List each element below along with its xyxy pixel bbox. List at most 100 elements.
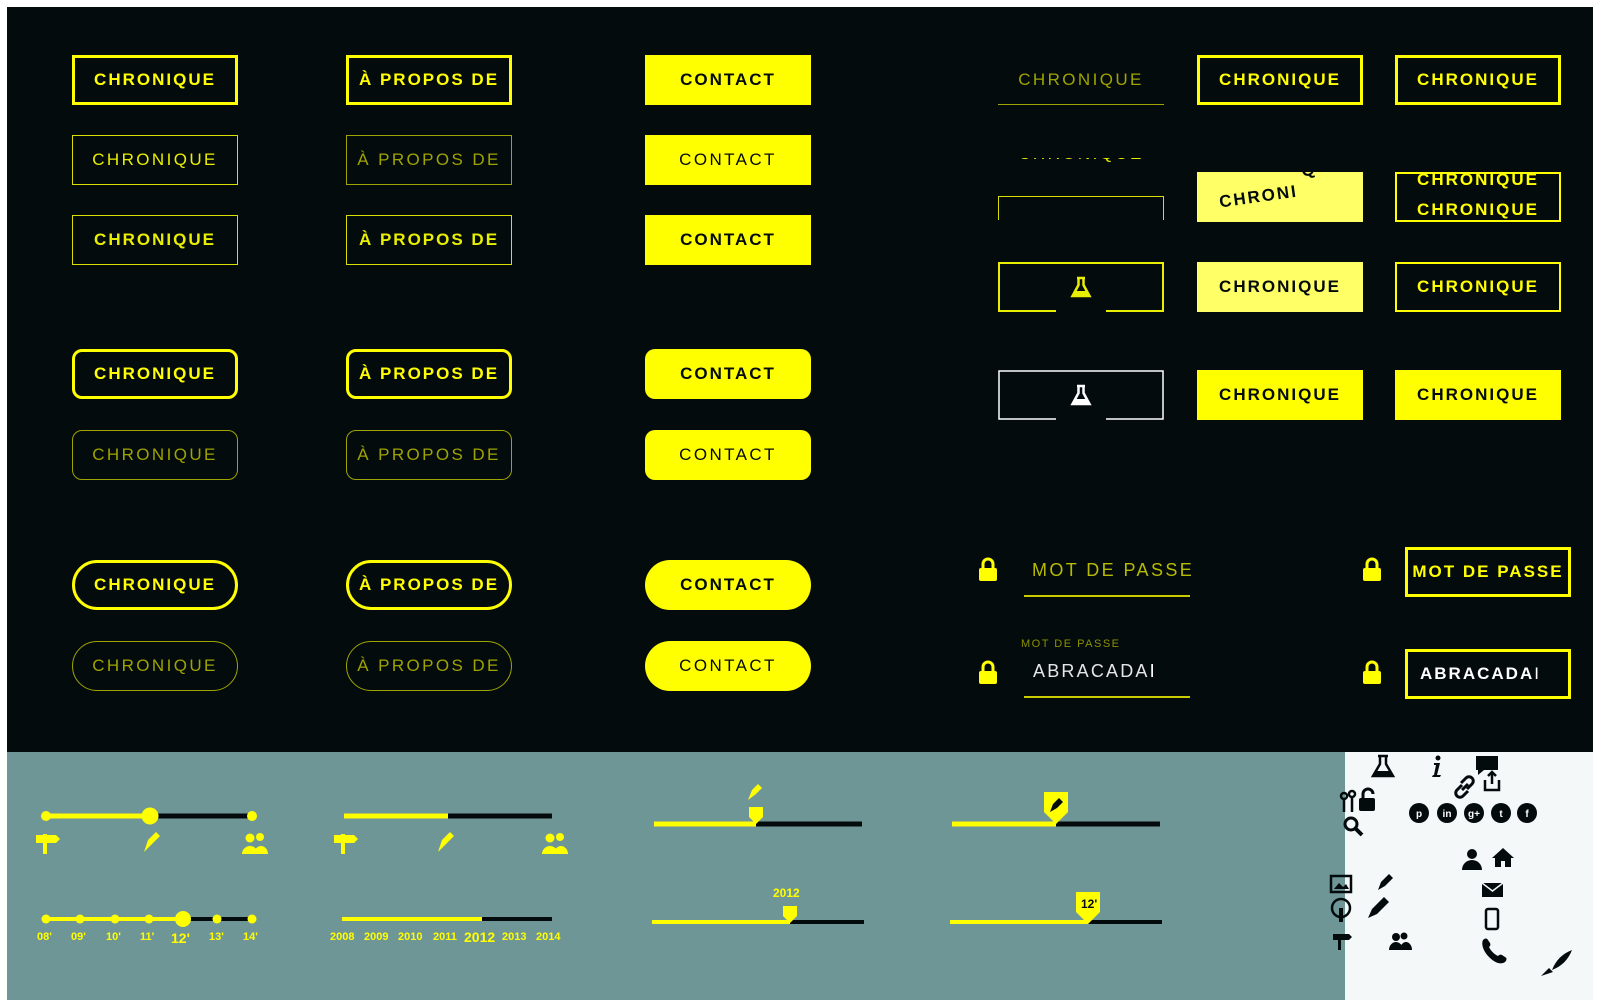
year-slider[interactable] <box>30 910 270 930</box>
year-tick-label: 11' <box>140 931 155 943</box>
chronique-slide-button[interactable]: CHRONIQUE <box>998 158 1164 220</box>
chronique-roll-label-top: CHRONIQUE <box>1417 172 1539 189</box>
chronique-button[interactable]: CHRONIQUE <box>72 215 238 265</box>
mobile-icon <box>1484 907 1500 931</box>
chronique-button[interactable]: CHRONIQUE <box>72 641 238 691</box>
search-icon <box>1343 816 1364 837</box>
contact-button[interactable]: CONTACT <box>645 430 811 480</box>
slider-handle <box>175 911 191 927</box>
home-icon <box>1492 848 1514 867</box>
chronique-link-button[interactable]: CHRONIQUE <box>998 55 1164 105</box>
year-tick-label: 2014 <box>536 931 561 943</box>
slider-tooltip-year: 2012 <box>773 886 800 900</box>
pencil-icon <box>1368 897 1389 918</box>
contact-button[interactable]: CONTACT <box>645 135 811 185</box>
mail-icon <box>1481 882 1504 897</box>
year-tick-label: 14' <box>243 931 258 943</box>
chronique-button[interactable]: CHRONIQUE <box>1197 55 1363 105</box>
password-input[interactable] <box>1024 595 1190 597</box>
contact-button[interactable]: CONTACT <box>645 560 811 610</box>
year-tick-label: 2010 <box>398 931 423 943</box>
password-boxed-input[interactable]: MOT DE PASSE <box>1405 547 1571 597</box>
phone-icon <box>1482 938 1507 964</box>
lock-icon <box>979 557 997 581</box>
apropos-button[interactable]: À PROPOS DE <box>346 349 512 399</box>
apropos-button[interactable]: À PROPOS DE <box>346 560 512 610</box>
apropos-button[interactable]: À PROPOS DE <box>346 135 512 185</box>
year-tick-label: 2008 <box>330 931 355 943</box>
lock-icon <box>1363 557 1381 581</box>
year-tick-label: 10' <box>106 931 121 943</box>
password-input-filled[interactable] <box>1024 696 1190 698</box>
year-tick-label: 2009 <box>364 931 389 943</box>
share-icon <box>1483 770 1501 792</box>
chronique-button[interactable]: CHRONIQUE <box>1395 55 1561 105</box>
lock-icon <box>979 660 997 684</box>
year-tick-label: 13' <box>209 931 224 943</box>
flask-button-frame <box>998 370 1164 420</box>
year-slider[interactable] <box>330 910 570 930</box>
password-placeholder: MOT DE PASSE <box>1032 560 1195 580</box>
chronique-jump-label: CHRONI <box>1217 181 1299 212</box>
link-icon <box>1454 775 1475 799</box>
chronique-button[interactable]: CHRONIQUE <box>72 430 238 480</box>
contact-button[interactable]: CONTACT <box>645 215 811 265</box>
category-slider[interactable] <box>330 800 570 860</box>
password-floating-label: MOT DE PASSE <box>1021 638 1121 650</box>
pencil-icon <box>1378 874 1393 890</box>
chronique-jump-button[interactable]: CHRONI QU <box>1197 154 1363 222</box>
year-badge-slider[interactable] <box>948 890 1168 930</box>
slider-handle <box>749 807 763 824</box>
svg-text:in: in <box>1443 809 1452 820</box>
password-value: ABRACADAI <box>1033 661 1157 681</box>
year-tick-label: 2011 <box>433 931 457 943</box>
chronique-button[interactable]: CHRONIQUE <box>1395 370 1561 420</box>
svg-text:p: p <box>1416 809 1422 820</box>
chronique-slide-label: CHRONIQUE <box>998 158 1164 164</box>
flask-button[interactable] <box>998 370 1164 420</box>
slider-handle <box>141 807 159 825</box>
user-icon <box>1462 849 1482 870</box>
password-boxed-input-filled[interactable]: ABRACADA I <box>1405 649 1571 699</box>
svg-text:g+: g+ <box>1468 809 1480 820</box>
icon-sheet: p in g+ t f <box>1329 754 1572 976</box>
chronique-roll-label-bottom: CHRONIQUE <box>1417 200 1539 219</box>
chronique-button[interactable]: CHRONIQUE <box>1197 262 1363 312</box>
flask-icon <box>1370 754 1396 778</box>
year-tick-label: 08' <box>37 931 52 943</box>
chronique-roll-button[interactable]: CHRONIQUE CHRONIQUE <box>1395 172 1561 222</box>
apropos-button[interactable]: À PROPOS DE <box>346 215 512 265</box>
slider-badge-year: 12' <box>1081 897 1098 911</box>
chronique-button[interactable]: CHRONIQUE <box>1395 262 1561 312</box>
info-icon <box>1432 755 1441 777</box>
users-icon <box>1389 932 1412 950</box>
apropos-button[interactable]: À PROPOS DE <box>346 55 512 105</box>
contact-button[interactable]: CONTACT <box>645 349 811 399</box>
year-tooltip-slider[interactable] <box>650 900 870 930</box>
tools-icon <box>1339 789 1357 812</box>
lock-icon <box>1363 660 1381 684</box>
unlock-icon <box>1359 787 1375 811</box>
contact-button[interactable]: CONTACT <box>645 55 811 105</box>
pencil-slider[interactable] <box>948 790 1168 830</box>
flask-button[interactable] <box>998 262 1164 312</box>
chronique-button[interactable]: CHRONIQUE <box>72 349 238 399</box>
comment-icon <box>1476 756 1498 775</box>
password-boxed-value: ABRACADA <box>1420 664 1535 683</box>
chronique-button[interactable]: CHRONIQUE <box>72 55 238 105</box>
contact-button[interactable]: CONTACT <box>645 641 811 691</box>
chronique-slide-frame <box>998 196 1164 220</box>
year-tick-label: 2013 <box>502 931 527 943</box>
apropos-button[interactable]: À PROPOS DE <box>346 641 512 691</box>
year-tick-label-selected: 2012 <box>464 929 496 945</box>
chronique-button[interactable]: CHRONIQUE <box>72 560 238 610</box>
year-tick-label: 09' <box>71 931 86 943</box>
pencil-slider[interactable] <box>650 780 870 830</box>
category-slider[interactable] <box>30 800 270 860</box>
apropos-button[interactable]: À PROPOS DE <box>346 430 512 480</box>
chronique-button[interactable]: CHRONIQUE <box>72 135 238 185</box>
chronique-button[interactable]: CHRONIQUE <box>1197 370 1363 420</box>
year-tick-label-selected: 12' <box>171 930 190 946</box>
rocket-icon <box>1541 950 1572 976</box>
flask-button-frame <box>998 262 1164 312</box>
